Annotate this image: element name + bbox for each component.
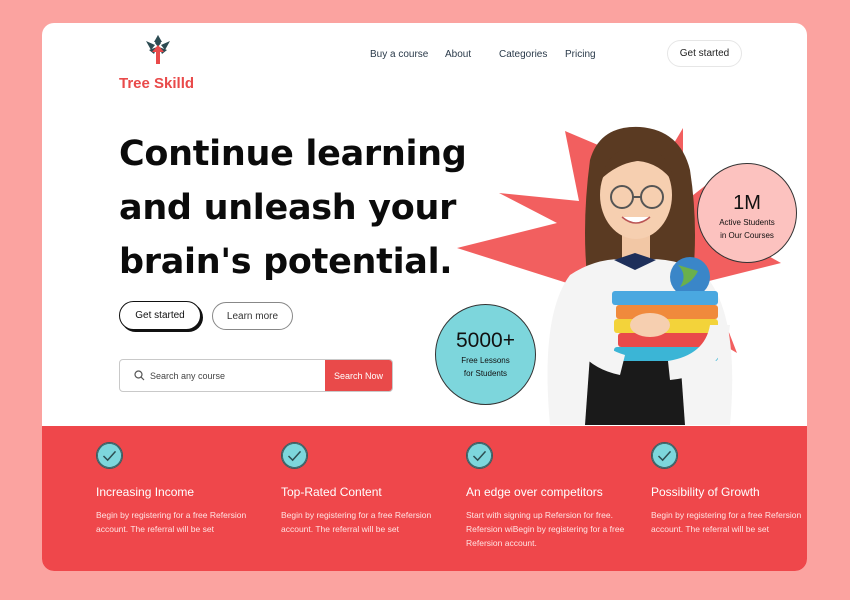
free-lessons-label-2: for Students	[463, 369, 508, 378]
feature-title: An edge over competitors	[466, 485, 603, 499]
check-icon	[96, 442, 123, 469]
search-now-button[interactable]: Search Now	[325, 360, 392, 391]
hero-title-line-1: Continue learning	[119, 134, 467, 174]
check-icon	[651, 442, 678, 469]
active-students-stat: 1M Active Students in Our Courses	[697, 163, 797, 263]
feature-description: Begin by registering for a free Refersio…	[281, 510, 432, 534]
free-lessons-stat: 5000+ Free Lessons for Students	[435, 304, 536, 405]
header-get-started-button[interactable]: Get started	[667, 40, 742, 67]
hero-title-line-2: and unleash your	[119, 188, 457, 228]
active-students-label-1: Active Students	[719, 218, 775, 227]
feature-title: Possibility of Growth	[651, 485, 760, 499]
nav-about[interactable]: About	[445, 49, 471, 60]
hero-title: Continue learning and unleash your brain…	[119, 127, 499, 289]
student-girl-image	[547, 126, 733, 425]
tree-logo-icon	[146, 35, 170, 64]
hero-get-started-button[interactable]: Get started	[119, 301, 201, 330]
feature-description: Begin by registering for a free Refersio…	[96, 510, 247, 534]
search-input[interactable]	[150, 360, 320, 391]
hero-title-line-3: brain's potential.	[119, 242, 453, 282]
active-students-value: 1M	[733, 192, 761, 214]
course-search-bar: Search Now	[119, 359, 393, 392]
search-icon	[134, 370, 145, 381]
brand-logo[interactable]: Tree Skilld	[119, 33, 199, 92]
feature-title: Increasing Income	[96, 485, 195, 499]
check-icon	[281, 442, 308, 469]
feature-description: Begin by registering for a free Refersio…	[651, 510, 802, 534]
nav-pricing[interactable]: Pricing	[565, 49, 596, 60]
free-lessons-label-1: Free Lessons	[461, 356, 510, 365]
nav-categories[interactable]: Categories	[499, 49, 547, 60]
learn-more-button[interactable]: Learn more	[212, 302, 293, 330]
features-section: Increasing Income Begin by registering f…	[42, 426, 807, 571]
brand-name: Tree Skilld	[119, 75, 195, 92]
free-lessons-value: 5000+	[456, 329, 515, 352]
feature-title: Top-Rated Content	[281, 485, 382, 499]
feature-description: Start with signing up Refersion for free…	[466, 510, 625, 548]
nav-buy-course[interactable]: Buy a course	[370, 49, 428, 60]
active-students-label-2: in Our Courses	[720, 231, 774, 240]
check-icon	[466, 442, 493, 469]
landing-card: Tree Skilld Buy a course About Categorie…	[42, 23, 807, 571]
